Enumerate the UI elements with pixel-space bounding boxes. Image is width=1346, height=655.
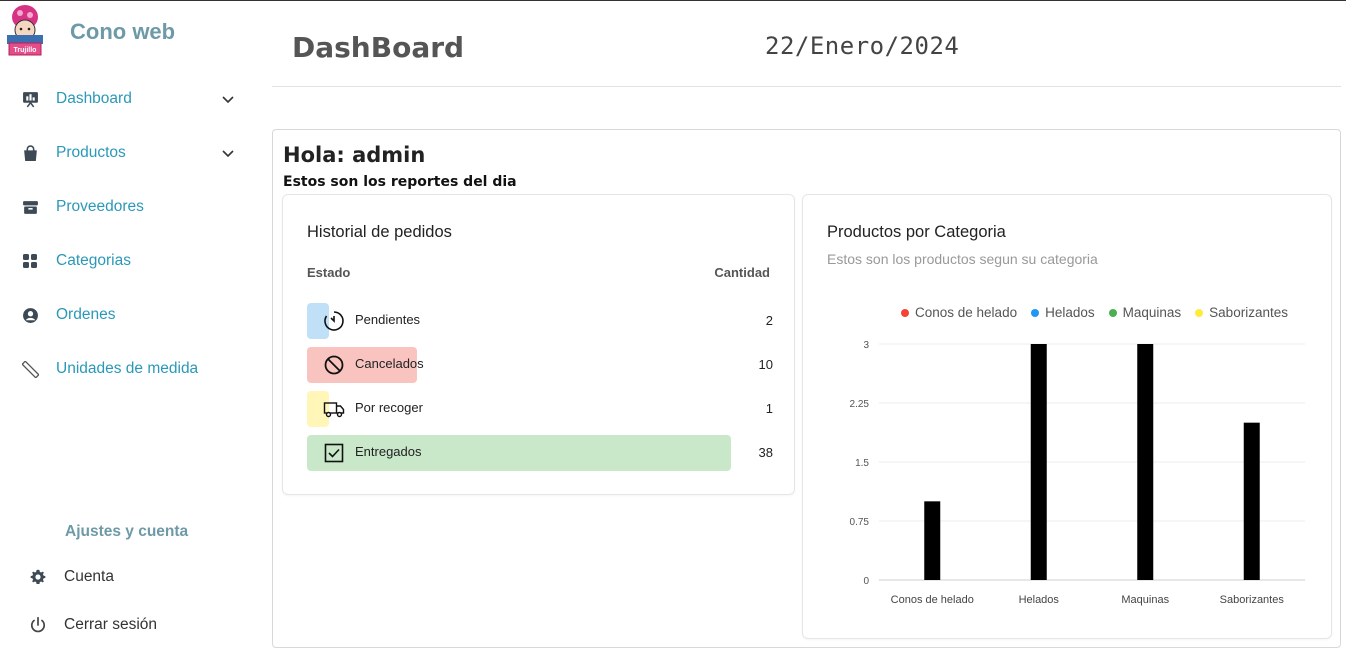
x-tick-label: Maquinas	[1121, 594, 1169, 606]
grid-icon	[20, 251, 40, 271]
orders-history-card: Historial de pedidos Estado Cantidad Pen…	[282, 194, 795, 495]
sidebar-item-categorias[interactable]: Categorias	[0, 241, 258, 281]
order-status-row: Por recoger 1	[307, 391, 773, 427]
truck-icon	[323, 398, 345, 420]
y-tick-label: 0	[863, 576, 869, 587]
sidebar-item-label: Productos	[56, 144, 126, 161]
x-tick-label: Saborizantes	[1220, 594, 1285, 606]
sidebar-item-ordenes[interactable]: Ordenes	[0, 295, 258, 335]
sidebar-item-unidades[interactable]: Unidades de medida	[0, 349, 258, 389]
status-quantity: 38	[758, 445, 773, 460]
check-square-icon	[323, 442, 345, 464]
y-tick-label: 0.75	[850, 517, 870, 528]
gear-icon	[28, 567, 48, 587]
status-label: Cancelados	[355, 356, 424, 371]
y-tick-label: 1.5	[855, 458, 869, 469]
y-tick-label: 3	[863, 340, 869, 351]
sidebar-item-label: Dashboard	[56, 90, 132, 107]
order-status-row: Cancelados 10	[307, 347, 773, 383]
power-icon	[28, 615, 48, 635]
archive-box-icon	[20, 197, 40, 217]
order-status-row: Entregados 38	[307, 435, 773, 471]
sidebar-item-dashboard[interactable]: Dashboard	[0, 79, 258, 119]
status-quantity: 2	[765, 313, 773, 328]
brand-logo[interactable]: Trujillo	[4, 3, 46, 59]
chevron-down-icon[interactable]	[218, 143, 238, 163]
bar	[1243, 422, 1260, 580]
bar	[1030, 344, 1047, 580]
x-tick-label: Helados	[1019, 594, 1060, 606]
chevron-down-icon[interactable]	[218, 89, 238, 109]
bar-chart: 0 0.75 1.5 2.25 3 Conos de helado Helados Maqui…	[850, 340, 1305, 606]
status-column-header: Estado	[307, 265, 351, 280]
status-label: Pendientes	[355, 312, 421, 327]
bar	[1137, 344, 1154, 580]
page-title: DashBoard	[292, 31, 465, 64]
sidebar-item-label: Categorias	[56, 252, 131, 269]
ban-icon	[323, 354, 345, 376]
y-tick-label: 2.25	[850, 399, 870, 410]
status-quantity: 1	[765, 401, 773, 416]
sidebar-item-label: Unidades de medida	[56, 360, 199, 377]
settings-section-title: Ajustes y cuenta	[65, 523, 189, 540]
sidebar-item-proveedores[interactable]: Proveedores	[0, 187, 258, 227]
account-label: Cuenta	[64, 568, 114, 585]
status-label: Entregados	[355, 444, 422, 459]
logout-button[interactable]: Cerrar sesión	[0, 607, 258, 643]
status-label: Por recoger	[355, 400, 423, 415]
logout-label: Cerrar sesión	[64, 616, 158, 633]
status-quantity: 10	[758, 357, 773, 372]
sidebar: Trujillo Cono web Dashboard Productos Pr…	[0, 1, 258, 655]
quantity-column-header: Cantidad	[714, 265, 770, 280]
sidebar-item-label: Ordenes	[56, 306, 116, 323]
timer-icon	[323, 310, 345, 332]
current-date: 22/Enero/2024	[765, 32, 960, 60]
user-circle-icon	[20, 305, 40, 325]
greeting-subtitle: Estos son los reportes del dia	[283, 174, 517, 190]
greeting-heading: Hola: admin	[283, 143, 426, 167]
products-by-category-card: Productos por Categoria Estos son los pr…	[802, 194, 1332, 639]
presentation-icon	[20, 89, 40, 109]
order-status-row: Pendientes 2	[307, 303, 773, 339]
brand-name: Cono web	[70, 19, 176, 44]
sidebar-item-label: Proveedores	[56, 198, 144, 215]
orders-history-title: Historial de pedidos	[307, 223, 452, 241]
logo-text: Trujillo	[14, 47, 37, 54]
header-divider	[272, 86, 1341, 87]
account-button[interactable]: Cuenta	[0, 559, 258, 595]
shopping-bag-icon	[20, 143, 40, 163]
sidebar-item-productos[interactable]: Productos	[0, 133, 258, 173]
ruler-icon	[20, 359, 40, 379]
reports-panel: Hola: admin Estos son los reportes del d…	[272, 129, 1341, 648]
x-tick-label: Conos de helado	[891, 594, 974, 606]
bar	[924, 501, 941, 580]
